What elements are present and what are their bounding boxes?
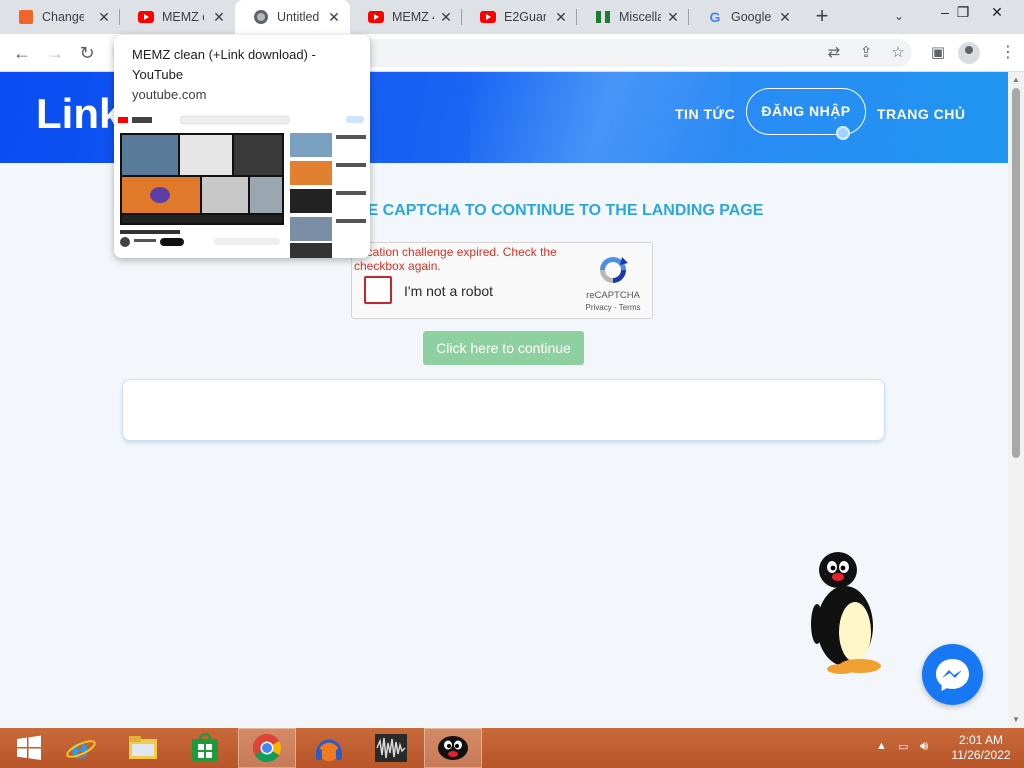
taskbar-internet-explorer[interactable]: e xyxy=(52,728,110,768)
chrome-icon xyxy=(253,734,281,762)
recaptcha-checkbox[interactable] xyxy=(364,276,392,304)
messenger-chat-button[interactable] xyxy=(922,644,983,705)
star-icon[interactable]: ☆ xyxy=(888,43,908,63)
close-icon[interactable]: ✕ xyxy=(665,9,681,25)
site-logo[interactable]: Link xyxy=(36,90,122,138)
back-arrow-icon[interactable]: ← xyxy=(10,41,34,65)
forward-arrow-icon[interactable]: → xyxy=(43,41,67,65)
close-icon[interactable]: ✕ xyxy=(553,9,569,25)
continue-button[interactable]: Click here to continue xyxy=(423,331,584,365)
clock-time: 2:01 AM xyxy=(958,733,1004,747)
tab-title: MEMZ cl xyxy=(162,10,204,24)
windows-taskbar: e ▲ ▭ 🔊︎ 2:01 AM 11/26/2022 xyxy=(0,728,1024,768)
youtube-icon xyxy=(480,9,496,25)
store-icon xyxy=(192,733,218,761)
orange-square-icon xyxy=(18,9,34,25)
tab-title: E2Guard xyxy=(504,10,546,24)
profile-avatar-icon[interactable] xyxy=(958,42,980,64)
taskbar-pingu-app[interactable] xyxy=(424,728,482,768)
tab-e2guard[interactable]: E2Guard ✕ xyxy=(462,0,577,34)
share-icon[interactable]: ⇪ xyxy=(856,43,876,63)
folder-icon xyxy=(129,736,157,759)
youtube-icon xyxy=(368,9,384,25)
close-icon[interactable]: ✕ xyxy=(777,9,793,25)
tab-miscella[interactable]: Miscella ✕ xyxy=(577,0,689,34)
recaptcha-error: rification challenge expired. Check the … xyxy=(354,245,557,273)
close-icon[interactable]: ✕ xyxy=(438,9,454,25)
more-menu-icon[interactable]: ⋮ xyxy=(1000,43,1016,63)
tab-google[interactable]: G Google ✕ xyxy=(689,0,801,34)
waveform-icon xyxy=(375,734,407,762)
taskbar-audio-editor[interactable] xyxy=(362,728,420,768)
tab-title: MEMZ 4 xyxy=(392,10,434,24)
windows-logo-icon xyxy=(17,735,41,760)
close-icon[interactable]: ✕ xyxy=(326,9,342,25)
tab-change[interactable]: Change ✕ xyxy=(0,0,120,34)
new-tab-plus-icon[interactable]: + xyxy=(810,5,834,29)
taskbar-file-explorer[interactable] xyxy=(114,728,172,768)
close-icon[interactable]: ✕ xyxy=(211,9,227,25)
scroll-up-icon[interactable]: ▲ xyxy=(1012,76,1020,84)
taskbar-clock[interactable]: 2:01 AM 11/26/2022 xyxy=(950,733,1012,763)
messenger-icon xyxy=(936,659,969,691)
taskbar-chrome[interactable] xyxy=(238,728,296,768)
pingu-face-icon xyxy=(438,736,468,760)
content-panel xyxy=(122,379,885,441)
headphones-icon xyxy=(316,739,342,761)
hover-card-title: MEMZ clean (+Link download) - YouTube xyxy=(132,47,316,82)
volume-icon[interactable]: 🔊︎ xyxy=(920,738,928,754)
youtube-icon xyxy=(138,9,154,25)
tab-title: Change xyxy=(42,10,84,24)
tab-title: Untitled xyxy=(277,10,320,24)
hover-card-domain: youtube.com xyxy=(132,87,207,102)
recaptcha-logo-icon xyxy=(600,257,628,283)
youtube-preview-thumbnail xyxy=(114,113,370,258)
recaptcha-privacy-terms[interactable]: Privacy - Terms xyxy=(578,303,648,312)
scrollbar-thumb[interactable] xyxy=(1012,88,1020,458)
nav-home-link[interactable]: TRANG CHỦ xyxy=(877,106,966,122)
reload-icon[interactable]: ↻ xyxy=(75,41,99,65)
tab-untitled[interactable]: Untitled ✕ xyxy=(235,0,350,34)
globe-icon xyxy=(253,9,269,25)
tab-hover-card: MEMZ clean (+Link download) - YouTube yo… xyxy=(114,35,370,258)
tab-title: Google xyxy=(731,10,772,24)
captcha-heading: HE CAPTCHA TO CONTINUE TO THE LANDING PA… xyxy=(356,202,764,219)
chevron-down-icon[interactable]: ⌄ xyxy=(890,9,908,27)
taskbar-store[interactable] xyxy=(176,728,234,768)
tab-title: Miscella xyxy=(619,10,661,24)
cursor-highlight-icon xyxy=(836,126,850,140)
tray-expand-icon[interactable]: ▲ xyxy=(876,740,887,752)
tab-strip: Change ✕ MEMZ cl ✕ Untitled ✕ MEMZ 4 ✕ E… xyxy=(0,0,1024,34)
clock-date: 11/26/2022 xyxy=(951,748,1011,762)
translate-icon[interactable]: ⇄ xyxy=(824,43,844,63)
start-button[interactable] xyxy=(0,728,58,768)
hm-icon xyxy=(595,9,611,25)
tab-memz-4[interactable]: MEMZ 4 ✕ xyxy=(350,0,462,34)
network-icon[interactable]: ▭ xyxy=(898,740,908,753)
page-scrollbar[interactable]: ▲ ▼ xyxy=(1008,72,1024,728)
recaptcha-widget: rification challenge expired. Check the … xyxy=(351,242,653,319)
window-close-icon[interactable]: ✕ xyxy=(985,4,1009,24)
recaptcha-brand: reCAPTCHA xyxy=(586,290,640,301)
scroll-down-icon[interactable]: ▼ xyxy=(1012,716,1020,724)
recaptcha-label: I'm not a robot xyxy=(404,283,494,299)
pingu-mascot-icon[interactable] xyxy=(805,548,885,674)
nav-news-link[interactable]: TIN TỨC xyxy=(675,106,735,122)
close-icon[interactable]: ✕ xyxy=(96,9,112,25)
side-panel-icon[interactable]: ▣ xyxy=(928,43,948,63)
google-icon: G xyxy=(709,9,721,25)
internet-explorer-icon: e xyxy=(66,732,96,764)
restore-icon[interactable]: ❐ xyxy=(951,4,975,24)
taskbar-audio-app[interactable] xyxy=(300,728,358,768)
tab-memz-clean[interactable]: MEMZ cl ✕ xyxy=(120,0,235,34)
